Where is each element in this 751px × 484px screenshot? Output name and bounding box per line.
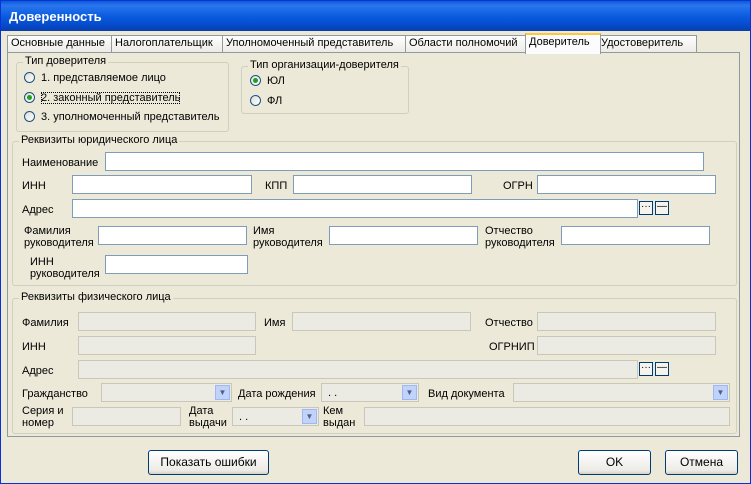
legal-name-label: Наименование — [22, 157, 99, 169]
phys-first-label: Имя — [264, 317, 286, 329]
legal-kpp-label: КПП — [265, 180, 288, 192]
org-type-label-fl: ФЛ — [267, 95, 283, 107]
org-type-radio-fl[interactable] — [250, 95, 261, 106]
phys-last-input[interactable] — [78, 312, 256, 331]
dialog-window: Доверенность Основные данные Налогоплате… — [0, 0, 751, 484]
chevron-down-icon: ▼ — [302, 409, 317, 424]
principal-type-radio-3[interactable] — [24, 111, 35, 122]
issue-date-label-2: выдачи — [189, 417, 227, 429]
phys-middle-input[interactable] — [537, 312, 716, 331]
legal-ogrn-input[interactable] — [537, 175, 716, 194]
legal-address-select-button[interactable]: ··· — [639, 201, 653, 215]
principal-type-radio-1[interactable] — [24, 72, 35, 83]
head-inn-input[interactable] — [105, 255, 248, 274]
head-inn-label-2: руководителя — [30, 268, 100, 280]
doc-type-select[interactable]: ▼ — [513, 383, 730, 402]
tab-authority-areas[interactable]: Области полномочий — [405, 35, 528, 52]
birth-date-value: . . — [328, 387, 338, 399]
legal-inn-input[interactable] — [72, 175, 252, 194]
tab-representative[interactable]: Уполномоченный представитель — [222, 35, 406, 52]
principal-type-title: Тип доверителя — [23, 55, 109, 67]
head-middle-label-2: руководителя — [485, 237, 555, 249]
legal-inn-label: ИНН — [22, 180, 46, 192]
head-first-label-2: руководителя — [253, 237, 323, 249]
show-errors-button[interactable]: Показать ошибки — [148, 450, 269, 475]
legal-ogrn-label: ОГРН — [503, 180, 533, 192]
tab-panel: Тип доверителя 1. представляемое лицо 2.… — [7, 52, 740, 437]
citizenship-select[interactable]: ▼ — [101, 383, 232, 402]
birth-date-label: Дата рождения — [238, 388, 316, 400]
window-title: Доверенность — [9, 9, 102, 24]
chevron-down-icon: ▼ — [215, 385, 230, 400]
legal-address-input[interactable] — [72, 199, 638, 218]
head-last-label-2: руководителя — [24, 237, 94, 249]
series-input[interactable] — [72, 407, 181, 426]
legal-address-clear-button[interactable]: — — [655, 201, 669, 215]
tab-principal[interactable]: Доверитель — [525, 33, 601, 54]
phys-ogrnip-input[interactable] — [537, 336, 716, 355]
title-bar[interactable]: Доверенность — [1, 1, 750, 31]
ok-button[interactable]: OK — [578, 450, 651, 475]
issue-date-label-1: Дата — [189, 405, 214, 417]
head-inn-label-1: ИНН — [30, 256, 54, 268]
principal-type-label-1: 1. представляемое лицо — [41, 72, 166, 84]
citizenship-label: Гражданство — [22, 388, 88, 400]
tab-main-data[interactable]: Основные данные — [7, 35, 112, 52]
phys-middle-label: Отчество — [485, 317, 533, 329]
phys-inn-label: ИНН — [22, 341, 46, 353]
issue-date-value: . . — [239, 411, 249, 423]
phys-first-input[interactable] — [292, 312, 471, 331]
head-middle-label-1: Отчество — [485, 225, 533, 237]
birth-date-picker[interactable]: . . ▼ — [321, 383, 419, 402]
principal-type-label-2: 2. законный представитель — [41, 92, 181, 104]
series-label-2: номер — [22, 417, 54, 429]
principal-type-label-3: 3. уполномоченный представитель — [41, 111, 220, 123]
phys-ogrnip-label: ОГРНИП — [489, 341, 535, 353]
series-label-1: Серия и — [22, 405, 64, 417]
legal-entity-title: Реквизиты юридического лица — [19, 134, 180, 146]
head-first-input[interactable] — [329, 226, 478, 245]
legal-address-label: Адрес — [22, 204, 54, 216]
head-middle-input[interactable] — [561, 226, 710, 245]
chevron-down-icon: ▼ — [713, 385, 728, 400]
issued-by-input[interactable] — [364, 407, 730, 426]
cancel-button[interactable]: Отмена — [665, 450, 738, 475]
head-last-input[interactable] — [98, 226, 247, 245]
legal-name-input[interactable] — [105, 152, 704, 171]
org-type-title: Тип организации-доверителя — [248, 59, 401, 71]
chevron-down-icon: ▼ — [402, 385, 417, 400]
issued-by-label-1: Кем — [323, 405, 344, 417]
phys-inn-input[interactable] — [78, 336, 256, 355]
individual-title: Реквизиты физического лица — [19, 291, 173, 303]
phys-address-clear-button[interactable]: — — [655, 362, 669, 376]
phys-address-label: Адрес — [22, 365, 54, 377]
phys-last-label: Фамилия — [22, 317, 69, 329]
org-type-radio-ul[interactable] — [250, 75, 261, 86]
phys-address-input[interactable] — [78, 360, 638, 379]
tab-taxpayer[interactable]: Налогоплательщик — [111, 35, 223, 52]
issued-by-label-2: выдан — [323, 417, 356, 429]
org-type-label-ul: ЮЛ — [267, 75, 285, 87]
tab-certifier[interactable]: Удостоверитель — [597, 35, 697, 52]
head-last-label-1: Фамилия — [24, 225, 71, 237]
legal-kpp-input[interactable] — [293, 175, 472, 194]
issue-date-picker[interactable]: . . ▼ — [232, 407, 319, 426]
principal-type-radio-2[interactable] — [24, 92, 35, 103]
phys-address-select-button[interactable]: ··· — [639, 362, 653, 376]
head-first-label-1: Имя — [253, 225, 275, 237]
doc-type-label: Вид документа — [428, 388, 505, 400]
